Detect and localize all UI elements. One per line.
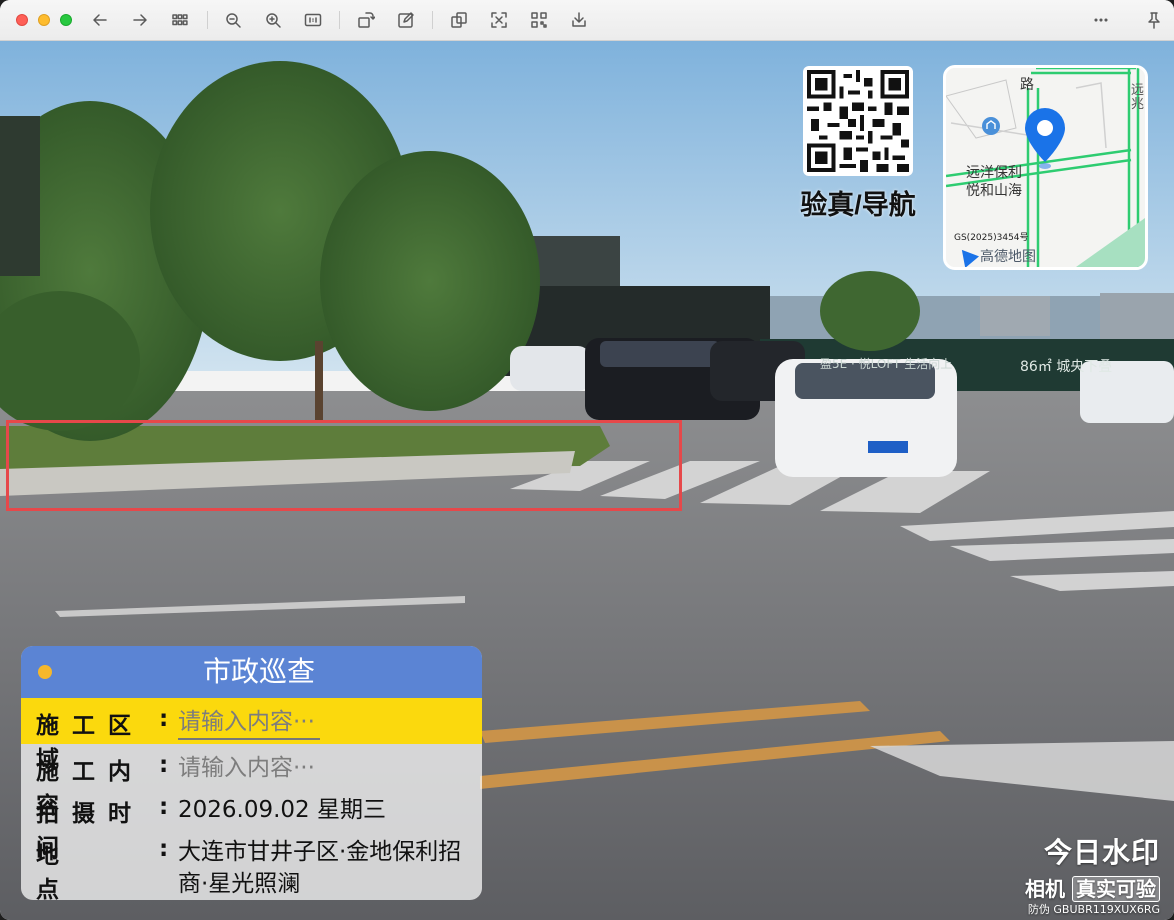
- construction-area-input[interactable]: 请输入内容···: [178, 706, 474, 738]
- copy-button[interactable]: [447, 9, 471, 31]
- map-poi-label: 远洋保利 悦和山海: [966, 164, 1022, 200]
- qr-verify-navigate-label: 验真/导航: [800, 190, 916, 220]
- back-button[interactable]: [88, 9, 112, 31]
- amap-logo-icon: [954, 244, 980, 267]
- back-icon: [93, 14, 107, 26]
- anti-counterfeit-code: 防伪 GBUBR119XUX6RG: [1027, 903, 1160, 916]
- inspection-info-card: 市政巡查 施工区域 : 请输入内容··· 施工内容 : 请输入内容··· 拍摄时…: [21, 646, 482, 900]
- construction-content-input[interactable]: 请输入内容···: [178, 752, 474, 784]
- edit-icon: [398, 12, 414, 28]
- location-row: 地点 : 大连市甘井子区·金地保利招商·星光照澜: [21, 828, 482, 900]
- zoom-out-button[interactable]: [221, 9, 245, 31]
- zoom-in-icon: [266, 13, 281, 28]
- rotate-icon: [358, 12, 375, 28]
- zoom-in-button[interactable]: [261, 9, 285, 31]
- input-underline: [178, 738, 320, 740]
- svg-text:盈5E · 悦LOFT 生活向上: 盈5E · 悦LOFT 生活向上: [820, 356, 952, 371]
- car-white-far: [510, 346, 590, 391]
- watermark-logo: 今日水印 相机 真实可验: [1020, 831, 1160, 902]
- qr-code-icon: [531, 12, 547, 28]
- more-button[interactable]: [1089, 9, 1113, 31]
- minimize-window-button[interactable]: [38, 14, 50, 26]
- qr-code-image: [807, 70, 909, 172]
- watermark-tagline: 相机 真实可验: [1020, 873, 1160, 902]
- watermark-tagline-a: 相机: [1025, 877, 1066, 901]
- row-colon: :: [159, 706, 169, 732]
- row-colon: :: [159, 752, 169, 778]
- row-colon: :: [159, 836, 169, 862]
- edit-button[interactable]: [394, 9, 418, 31]
- toolbar-divider: [432, 11, 433, 29]
- watermark-brand: 今日水印: [1043, 836, 1160, 869]
- toolbar-divider: [339, 11, 340, 29]
- capture-time-value: 2026.09.02 星期三: [178, 797, 386, 823]
- forward-icon: [133, 14, 147, 26]
- more-icon: [1094, 18, 1108, 22]
- map-approval-code: GS(2025)3454号: [954, 233, 1029, 243]
- pin-icon: [1148, 12, 1160, 29]
- toolbar: [0, 0, 1174, 41]
- zoom-out-icon: [226, 13, 241, 28]
- actual-size-icon: [304, 13, 322, 27]
- row-colon: :: [159, 794, 169, 820]
- svg-text:86㎡ 城央下叠: 86㎡ 城央下叠: [1020, 359, 1112, 375]
- forward-button[interactable]: [128, 9, 152, 31]
- construction-area-row[interactable]: 施工区域 : 请输入内容···: [21, 698, 482, 773]
- download-icon: [572, 12, 586, 27]
- card-title: 市政巡查: [202, 655, 315, 688]
- construction-content-row[interactable]: 施工内容 : 请输入内容···: [21, 744, 482, 819]
- download-button[interactable]: [567, 9, 591, 31]
- label-text: 地点: [36, 843, 129, 900]
- row-label: 地点: [36, 836, 176, 900]
- verification-qr-code[interactable]: [803, 66, 913, 176]
- pin-button[interactable]: [1142, 9, 1166, 31]
- map-poi-name: 远洋保利 悦和山海: [966, 165, 1022, 199]
- map-edge-label: 远兆: [1131, 83, 1145, 112]
- card-header: 市政巡查: [21, 646, 482, 698]
- annotation-highlight-box: [6, 420, 682, 511]
- grid-view-icon: [172, 14, 188, 26]
- image-viewer-window: 86㎡ 城央下叠 盈5E · 悦LOFT 生活向上 验真/导航 路 远兆 远洋保…: [0, 0, 1174, 920]
- location-map-thumbnail[interactable]: 路 远兆 远洋保利 悦和山海 GS(2025)3454号 高德地图: [943, 65, 1148, 270]
- fit-button[interactable]: [487, 9, 511, 31]
- capture-time-row: 拍摄时间 : 2026.09.02 星期三: [21, 786, 482, 861]
- toolbar-divider: [207, 11, 208, 29]
- photo-canvas: 86㎡ 城央下叠 盈5E · 悦LOFT 生活向上 验真/导航 路 远兆 远洋保…: [0, 41, 1174, 920]
- map-provider-logo: 高德地图: [954, 244, 1036, 267]
- maximize-window-button[interactable]: [60, 14, 72, 26]
- watermark-tagline-b: 真实可验: [1072, 876, 1160, 902]
- fit-icon: [491, 12, 507, 28]
- qr-code-button[interactable]: [527, 9, 551, 31]
- grid-view-button[interactable]: [168, 9, 192, 31]
- close-window-button[interactable]: [16, 14, 28, 26]
- location-value: 大连市甘井子区·金地保利招商·星光照澜: [178, 839, 462, 897]
- map-road-label: 路: [1020, 77, 1034, 93]
- rotate-button[interactable]: [354, 9, 378, 31]
- map-provider-name: 高德地图: [980, 249, 1036, 265]
- copy-icon: [451, 12, 467, 28]
- actual-size-button[interactable]: [301, 9, 325, 31]
